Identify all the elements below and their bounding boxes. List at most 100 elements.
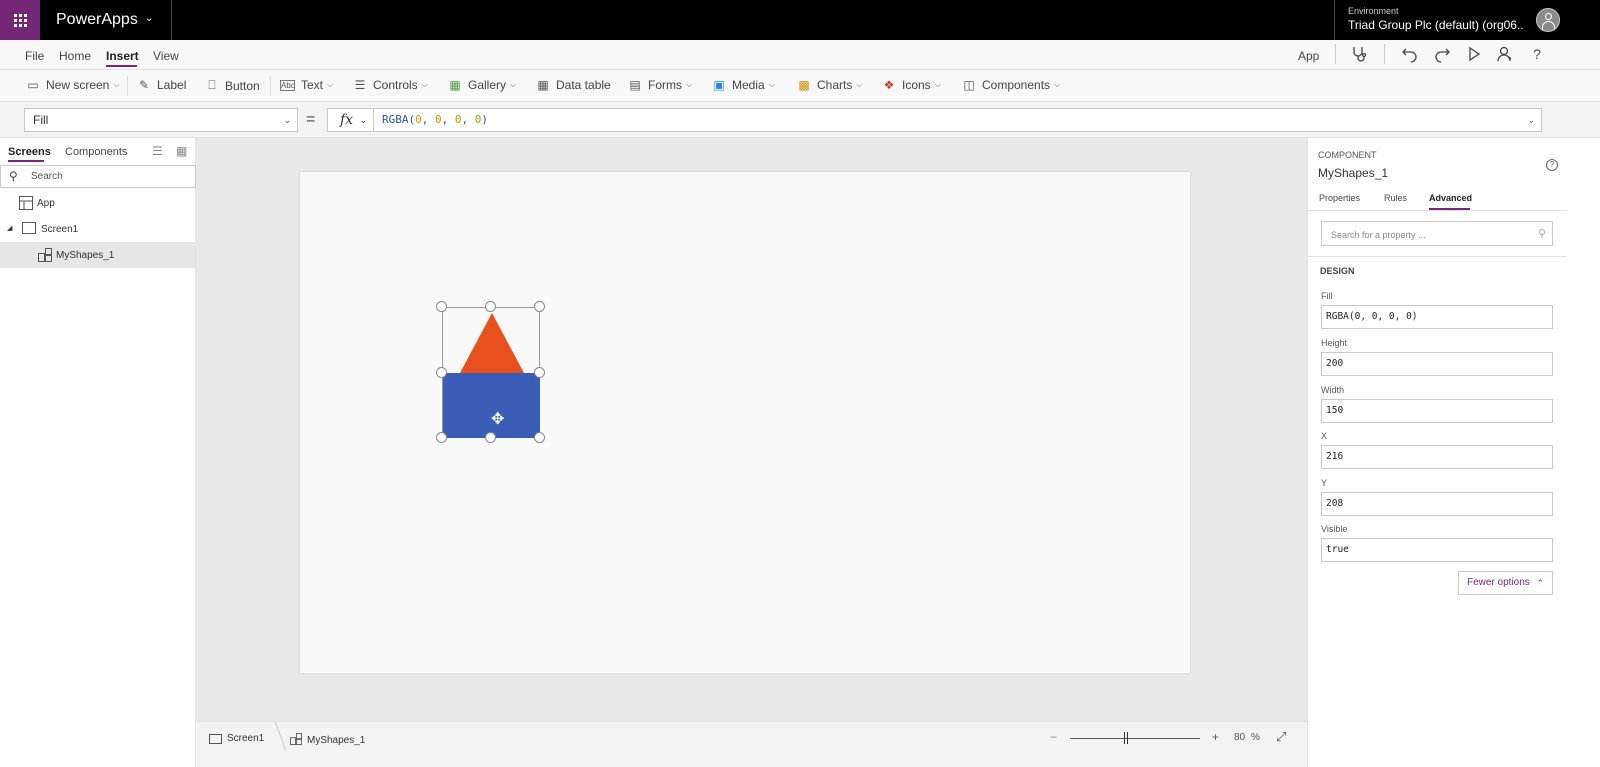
data-table-button[interactable]: ▦ Data table — [536, 78, 611, 92]
property-search-input[interactable]: Search for a property ... ⚲ — [1321, 221, 1553, 246]
gallery-menu-label: Gallery — [468, 78, 507, 92]
tree-item-screen1[interactable]: ◢ Screen1 — [0, 216, 195, 242]
formula-bar: Fill ⌄ = fx ⌄ RGBA(0, 0, 0, 0) ⌄ — [0, 102, 1600, 138]
media-menu-label: Media — [732, 78, 765, 92]
tab-insert[interactable]: Insert — [106, 49, 139, 63]
resize-handle[interactable] — [534, 367, 545, 378]
label-button[interactable]: ✎ Label — [137, 78, 186, 92]
formula-function: RGBA( — [382, 113, 416, 126]
data-table-label: Data table — [556, 78, 611, 92]
gallery-menu-button[interactable]: ▦ Gallery ⌵ — [448, 78, 516, 92]
zoom-slider[interactable] — [1070, 738, 1200, 739]
x-field[interactable]: 216 — [1321, 445, 1553, 469]
text-menu-button[interactable]: Abc Text ⌵ — [280, 78, 333, 92]
play-icon[interactable] — [1465, 45, 1483, 63]
screen-icon — [209, 733, 222, 744]
share-user-icon[interactable] — [1496, 45, 1514, 63]
resize-handle[interactable] — [534, 301, 545, 312]
tab-home[interactable]: Home — [59, 49, 91, 63]
grid-view-icon[interactable]: ▦ — [176, 144, 187, 158]
screens-search-input[interactable]: ⚲ Search — [0, 165, 196, 188]
move-icon[interactable]: ✥ — [491, 409, 504, 429]
help-icon[interactable]: ? — [1546, 159, 1558, 171]
redo-icon[interactable] — [1433, 45, 1451, 63]
button-button[interactable]: ⎕ Button — [205, 78, 259, 93]
chevron-down-icon: ⌵ — [113, 80, 120, 89]
new-screen-button[interactable]: ▭ New screen ⌵ — [26, 78, 119, 92]
app-name[interactable]: PowerApps — [56, 0, 138, 40]
equals-sign: = — [306, 111, 316, 128]
divider — [171, 0, 172, 40]
chevron-down-icon: ⌵ — [686, 80, 693, 89]
media-menu-button[interactable]: ▣ Media ⌵ — [712, 78, 774, 92]
resize-handle[interactable] — [436, 432, 447, 443]
field-label-visible: Visible — [1321, 524, 1348, 534]
height-field[interactable]: 200 — [1321, 352, 1553, 376]
help-icon[interactable]: ? — [1528, 45, 1546, 63]
breadcrumb-screen1[interactable]: Screen1 — [209, 733, 264, 744]
visible-field[interactable]: true — [1321, 538, 1553, 562]
chevron-down-icon[interactable]: ⌄ — [145, 13, 153, 24]
components-icon: ◫ — [963, 78, 975, 92]
panel-kicker: COMPONENT — [1318, 150, 1377, 160]
myshapes-component[interactable]: ✥ — [442, 307, 540, 438]
divider — [1334, 0, 1335, 40]
forms-menu-button[interactable]: ▤ Forms ⌵ — [628, 78, 692, 92]
triangle-shape — [460, 313, 524, 373]
tree-item-label: App — [37, 198, 55, 209]
app-launcher-button[interactable] — [0, 0, 40, 40]
tab-screens[interactable]: Screens — [8, 146, 51, 158]
chevron-down-icon: ⌵ — [934, 80, 941, 89]
y-field[interactable]: 208 — [1321, 492, 1553, 516]
tree-item-myshapes[interactable]: MyShapes_1 — [0, 242, 195, 268]
tab-rules[interactable]: Rules — [1384, 193, 1407, 203]
zoom-in-button[interactable]: + — [1212, 730, 1219, 744]
tab-file[interactable]: File — [25, 49, 44, 63]
tree-item-app[interactable]: App — [0, 190, 195, 216]
resize-handle[interactable] — [485, 432, 496, 443]
resize-handle[interactable] — [534, 432, 545, 443]
undo-icon[interactable] — [1401, 45, 1419, 63]
chevron-up-icon: ⌃ — [1536, 578, 1544, 588]
breadcrumb-myshapes[interactable]: MyShapes_1 — [290, 733, 365, 748]
search-icon: ⚲ — [1537, 228, 1546, 240]
breadcrumb-separator — [274, 722, 287, 750]
function-button[interactable]: fx ⌄ — [327, 108, 374, 132]
icons-menu-button[interactable]: ❖ Icons ⌵ — [882, 78, 941, 92]
label-icon: ✎ — [138, 78, 150, 92]
resize-handle[interactable] — [436, 367, 447, 378]
tab-view[interactable]: View — [153, 49, 179, 63]
width-field[interactable]: 150 — [1321, 399, 1553, 423]
app-settings-link[interactable]: App — [1298, 49, 1319, 63]
controls-menu-button[interactable]: ☰ Controls ⌵ — [353, 78, 428, 92]
resize-handle[interactable] — [436, 301, 447, 312]
fewer-options-label: Fewer options — [1467, 577, 1530, 588]
charts-icon: ▩ — [798, 78, 810, 92]
properties-panel: COMPONENT MyShapes_1 ? Properties Rules … — [1307, 138, 1568, 767]
charts-menu-button[interactable]: ▩ Charts ⌵ — [797, 78, 862, 92]
fit-to-window-icon[interactable]: ⤢ — [1276, 729, 1286, 745]
resize-handle[interactable] — [485, 301, 496, 312]
fewer-options-button[interactable]: Fewer options ⌃ — [1458, 571, 1553, 595]
fill-field[interactable]: RGBA(0, 0, 0, 0) — [1321, 305, 1553, 329]
tab-properties[interactable]: Properties — [1319, 193, 1360, 203]
tab-components[interactable]: Components — [65, 146, 127, 158]
list-view-icon[interactable]: ☰ — [152, 144, 163, 158]
user-avatar[interactable] — [1536, 8, 1560, 32]
screen-artboard[interactable]: ✥ — [299, 171, 1191, 674]
app-checker-icon[interactable] — [1350, 45, 1368, 63]
property-dropdown[interactable]: Fill ⌄ — [24, 108, 298, 132]
media-icon: ▣ — [713, 78, 725, 92]
zoom-slider-thumb[interactable] — [1123, 732, 1128, 744]
environment-picker[interactable]: Triad Group Plc (default) (org06... — [1348, 18, 1523, 32]
zoom-out-button[interactable]: − — [1050, 730, 1057, 744]
tree-view-panel: Screens Components ☰ ▦ ⚲ Search App ◢ Sc… — [0, 138, 196, 767]
components-menu-button[interactable]: ◫ Components ⌵ — [962, 78, 1060, 92]
search-placeholder: Search — [31, 171, 63, 182]
field-label-height: Height — [1321, 338, 1348, 348]
components-menu-label: Components — [982, 78, 1051, 92]
tab-advanced[interactable]: Advanced — [1429, 193, 1472, 203]
collapse-caret-icon[interactable]: ◢ — [7, 224, 12, 232]
formula-input[interactable]: RGBA(0, 0, 0, 0) ⌄ — [374, 108, 1542, 132]
expand-formula-icon[interactable]: ⌄ — [1527, 109, 1535, 131]
